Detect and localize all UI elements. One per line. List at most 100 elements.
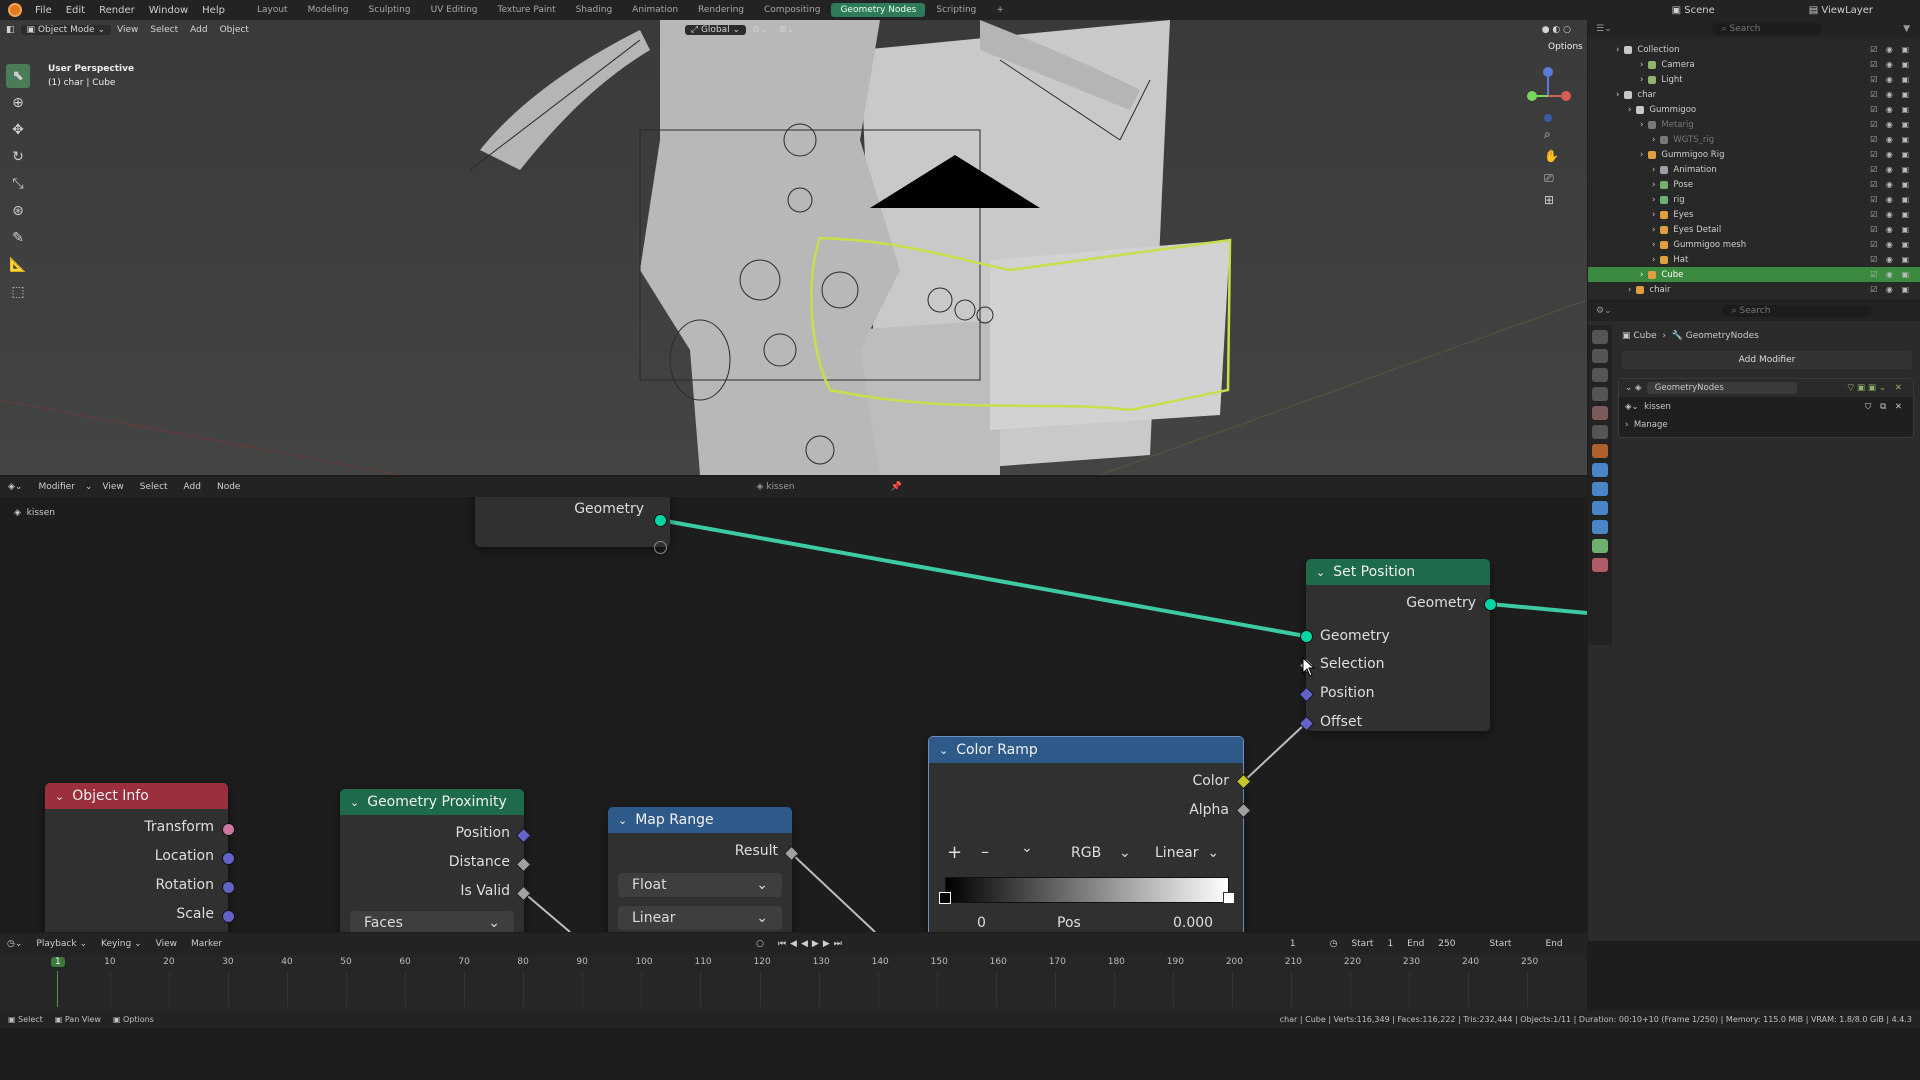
timeline-menu-playback[interactable]: Playback ⌄ [29, 939, 94, 949]
outliner-expand-icon[interactable]: › [1628, 105, 1631, 115]
orientation-selector[interactable]: ⤢ Global ⌄ [684, 24, 747, 35]
data-tab-icon[interactable] [1592, 539, 1608, 553]
outliner-visibility-icons[interactable]: ☑ ◉ ▣ [1870, 225, 1912, 234]
outliner-item-11[interactable]: › Eyes ☑ ◉ ▣ [1588, 207, 1920, 222]
view-layer-selector[interactable]: ▤ ViewLayer [1802, 5, 1880, 16]
cursor-tool-icon[interactable]: ⊕ [6, 91, 30, 115]
outliner-expand-icon[interactable]: › [1640, 270, 1643, 280]
editor-type-icon[interactable]: ◧ [0, 25, 21, 35]
annotate-tool-icon[interactable]: ✎ [6, 226, 30, 250]
navigation-gizmo[interactable]: ⌕ ✋ ⎚ ⊞ [1520, 60, 1580, 220]
outliner-item-1[interactable]: › Camera ☑ ◉ ▣ [1588, 57, 1920, 72]
modifier-name[interactable]: GeometryNodes [1646, 382, 1797, 394]
outliner-expand-icon[interactable]: › [1640, 60, 1643, 70]
properties-search-input[interactable]: ⌕ Search [1721, 305, 1872, 317]
tab-animation[interactable]: Animation [623, 3, 687, 17]
start-frame-field[interactable]: 1 [1380, 939, 1400, 949]
scale-tool-icon[interactable]: ⤡ [6, 172, 30, 196]
timeline-ruler[interactable]: 1 10 20 30 40 50 60 70 80 90 100 110 120 130 140 150 160… [0, 957, 1587, 1007]
outliner-visibility-icons[interactable]: ☑ ◉ ▣ [1870, 285, 1912, 294]
end-frame-field[interactable]: 250 [1431, 939, 1462, 949]
outliner-item-15[interactable]: › Cube ☑ ◉ ▣ [1588, 267, 1920, 282]
viewport-options-button[interactable]: Options [1548, 42, 1583, 52]
map-range-interpolation-dropdown[interactable]: Linear ⌄ [618, 906, 782, 930]
properties-editor-icon[interactable]: ⚙⌄ [1596, 306, 1612, 316]
group-input-geometry-socket[interactable] [654, 514, 667, 527]
viewport-menu-select[interactable]: Select [144, 25, 184, 35]
timeline-menu-keying[interactable]: Keying ⌄ [94, 939, 149, 949]
outliner-visibility-icons[interactable]: ☑ ◉ ▣ [1870, 165, 1912, 174]
outliner-visibility-icons[interactable]: ☑ ◉ ▣ [1870, 255, 1912, 264]
map-range-data-type-dropdown[interactable]: Float ⌄ [618, 873, 782, 897]
add-cube-tool-icon[interactable]: ⬚ [6, 280, 30, 304]
outliner-item-10[interactable]: › rig ☑ ◉ ▣ [1588, 192, 1920, 207]
move-tool-icon[interactable]: ✥ [6, 118, 30, 142]
outliner-item-16[interactable]: › chair ☑ ◉ ▣ [1588, 282, 1920, 297]
outliner-visibility-icons[interactable]: ☑ ◉ ▣ [1870, 75, 1912, 84]
mode-selector[interactable]: ▣ Object Mode ⌄ [20, 24, 111, 35]
outliner-item-5[interactable]: › Metarig ☑ ◉ ▣ [1588, 117, 1920, 132]
color-ramp-header[interactable]: ⌄ Color Ramp [929, 737, 1243, 763]
modifier-header[interactable]: ⌄ ◈ GeometryNodes ▽▣▣⌄ ✕ [1619, 379, 1913, 397]
node-menu-select[interactable]: Select [132, 482, 176, 492]
group-input-empty-socket[interactable] [654, 541, 667, 554]
outliner-expand-icon[interactable]: › [1628, 285, 1631, 295]
outliner-expand-icon[interactable]: › [1640, 150, 1643, 160]
menu-help[interactable]: Help [195, 5, 232, 16]
color-ramp-gradient[interactable] [945, 877, 1229, 903]
viewport-menu-view[interactable]: View [111, 25, 144, 35]
physics-tab-icon[interactable] [1592, 501, 1608, 515]
timeline-editor-icon[interactable]: ◷⌄ [0, 939, 29, 949]
outliner-item-7[interactable]: › Gummigoo Rig ☑ ◉ ▣ [1588, 147, 1920, 162]
snap-icon[interactable]: ⊞⌄ [773, 25, 800, 35]
pin-icon[interactable]: 📌 [883, 482, 910, 492]
node-menu-view[interactable]: View [94, 482, 131, 492]
color-ramp-remove-stop-button[interactable]: – [981, 842, 989, 861]
color-stop-index[interactable]: 0 [977, 915, 986, 931]
outliner-expand-icon[interactable]: › [1652, 195, 1655, 205]
render-tab-icon[interactable] [1592, 349, 1608, 363]
blender-logo-icon[interactable] [8, 3, 22, 17]
outliner-visibility-icons[interactable]: ☑ ◉ ▣ [1870, 135, 1912, 144]
outliner-expand-icon[interactable]: › [1616, 45, 1619, 55]
keyframe-record-icon[interactable]: ○ [749, 939, 771, 949]
outliner-item-14[interactable]: › Hat ☑ ◉ ▣ [1588, 252, 1920, 267]
set-position-node[interactable]: ⌄ Set Position Geometry Geometry Selectio… [1306, 559, 1490, 731]
object-info-location-socket[interactable] [222, 852, 235, 865]
shading-solid-icon[interactable]: ● ◐ ○ [1536, 25, 1577, 35]
color-ramp-interpolation[interactable]: Linear ⌄ [1155, 845, 1219, 861]
object-info-header[interactable]: ⌄ Object Info [45, 783, 228, 809]
outliner-expand-icon[interactable]: › [1652, 240, 1655, 250]
manage-panel-toggle[interactable]: › Manage [1619, 417, 1913, 433]
particles-tab-icon[interactable] [1592, 482, 1608, 496]
color-ramp-menu-button[interactable]: ⌄ [1021, 840, 1033, 856]
add-workspace-button[interactable]: + [987, 3, 1013, 17]
node-menu-add[interactable]: Add [176, 482, 209, 492]
tab-sculpting[interactable]: Sculpting [360, 3, 420, 17]
tab-geometry-nodes[interactable]: Geometry Nodes [831, 3, 926, 17]
modifier-tab-icon[interactable] [1592, 463, 1608, 477]
set-position-output-socket[interactable] [1484, 598, 1497, 611]
outliner-visibility-icons[interactable]: ☑ ◉ ▣ [1870, 120, 1912, 129]
outliner-visibility-icons[interactable]: ☑ ◉ ▣ [1870, 270, 1912, 279]
node-menu-modifier[interactable]: Modifier [30, 482, 82, 492]
menu-file[interactable]: File [28, 5, 59, 16]
output-tab-icon[interactable] [1592, 368, 1608, 382]
material-tab-icon[interactable] [1592, 558, 1608, 572]
outliner-visibility-icons[interactable]: ☑ ◉ ▣ [1870, 60, 1912, 69]
world-tab-icon[interactable] [1592, 425, 1608, 439]
object-tab-icon[interactable] [1592, 444, 1608, 458]
object-info-node[interactable]: ⌄ Object Info Transform Location Rotation… [45, 783, 228, 932]
outliner-expand-icon[interactable]: › [1652, 255, 1655, 265]
outliner-visibility-icons[interactable]: ☑ ◉ ▣ [1870, 240, 1912, 249]
measure-tool-icon[interactable]: 📐 [6, 253, 30, 277]
outliner-item-13[interactable]: › Gummigoo mesh ☑ ◉ ▣ [1588, 237, 1920, 252]
menu-edit[interactable]: Edit [59, 5, 92, 16]
map-range-header[interactable]: ⌄ Map Range [608, 807, 792, 833]
outliner-visibility-icons[interactable]: ☑ ◉ ▣ [1870, 195, 1912, 204]
node-group-field[interactable]: ◈⌄ kissen ⛉ ⧉ ✕ [1619, 397, 1913, 417]
playhead[interactable] [57, 971, 58, 1007]
map-range-node[interactable]: ⌄ Map Range Result Float ⌄ Linear ⌄ [608, 807, 792, 932]
proximity-target-element-dropdown[interactable]: Faces ⌄ [350, 911, 514, 932]
object-info-rotation-socket[interactable] [222, 881, 235, 894]
